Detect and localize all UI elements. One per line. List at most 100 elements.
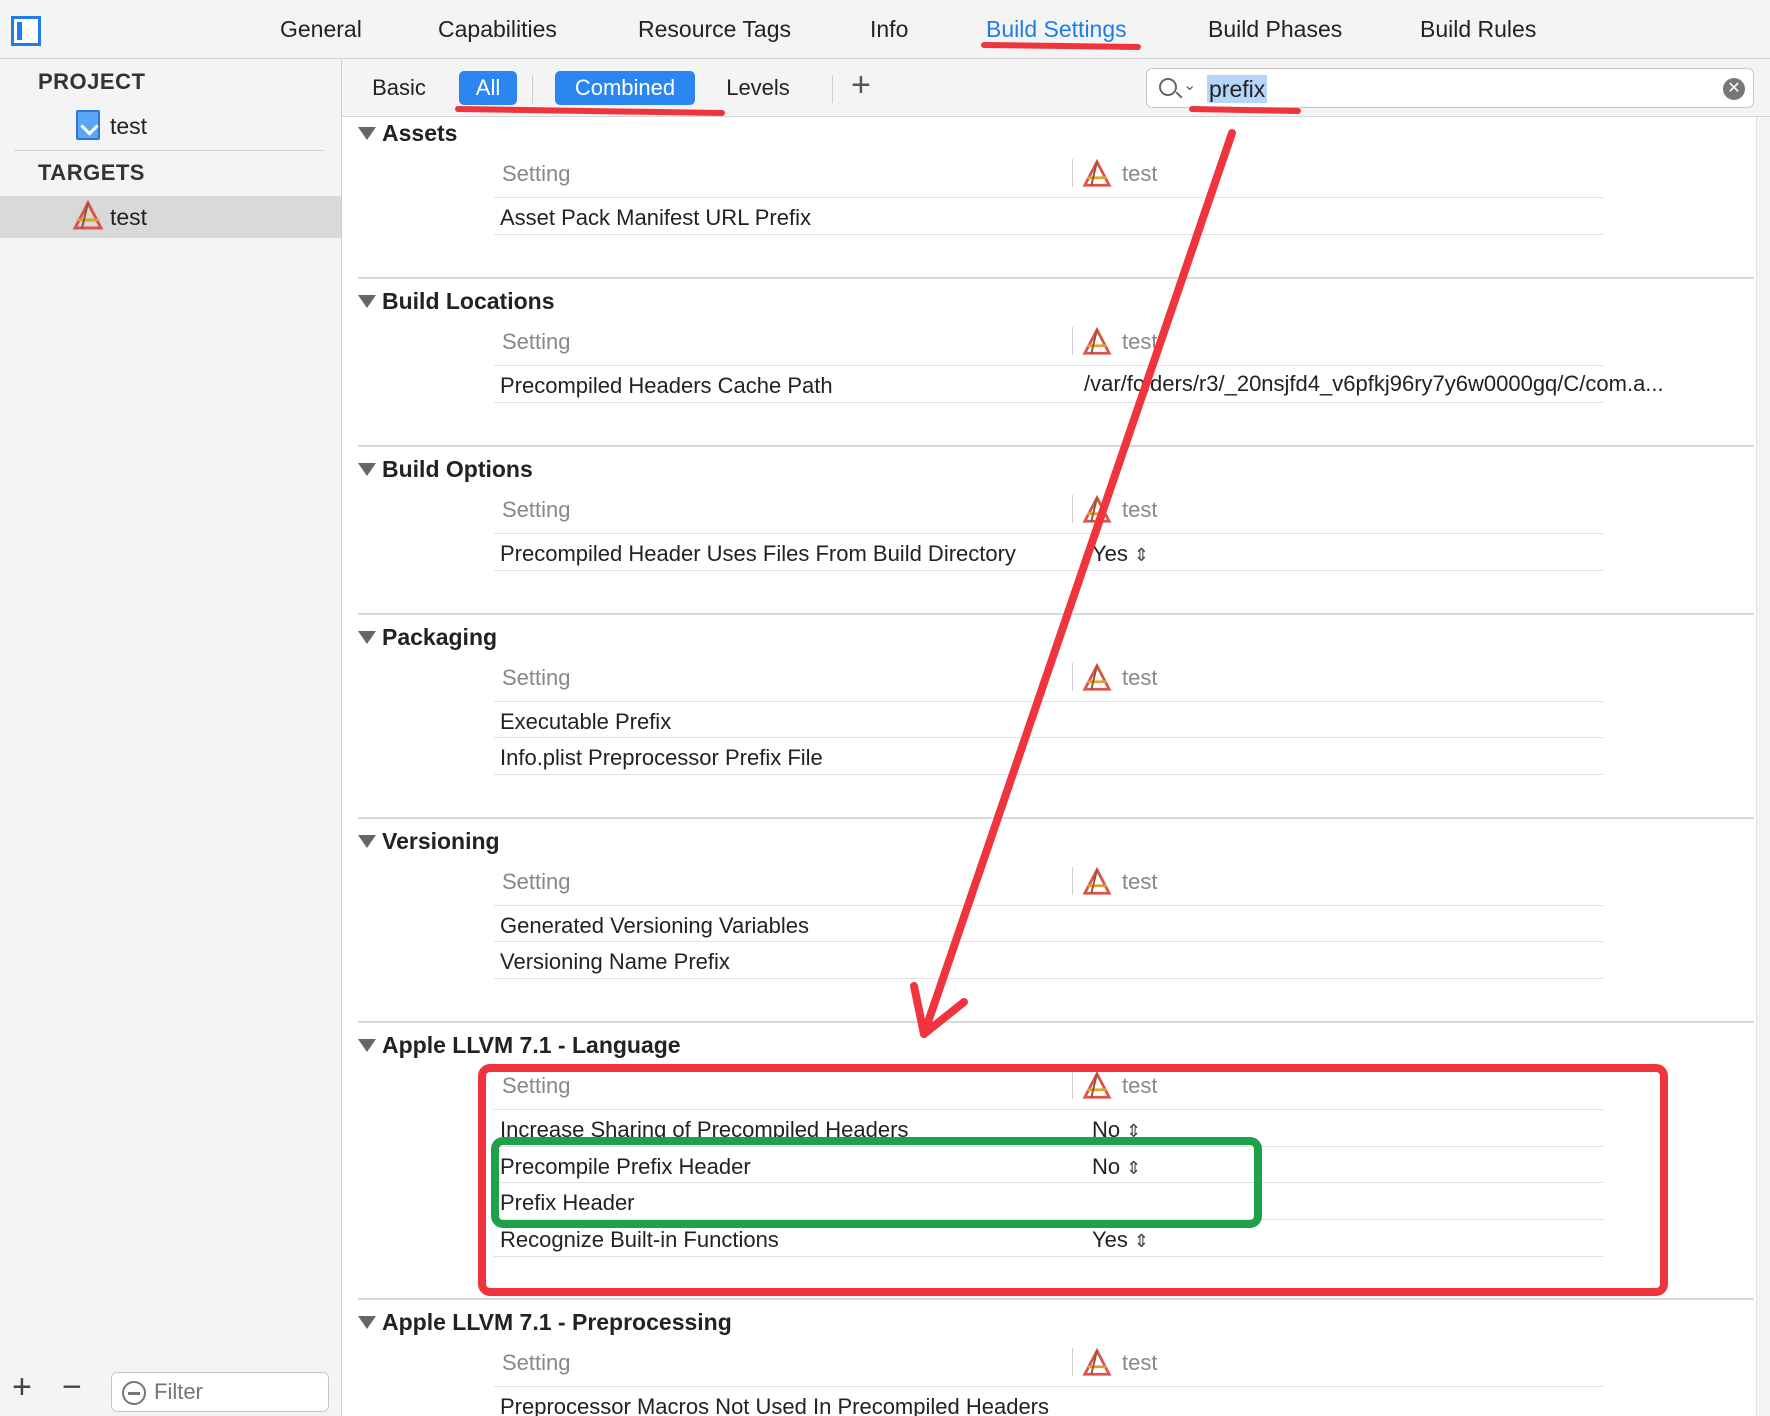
disclosure-triangle-icon[interactable] bbox=[358, 835, 376, 848]
setting-row-name[interactable]: Precompiled Header Uses Files From Build… bbox=[500, 541, 1016, 567]
stepper-chevron-icon[interactable]: ⇕ bbox=[1126, 1158, 1141, 1178]
setting-row-value[interactable]: Yes ⇕ bbox=[1092, 1227, 1149, 1253]
stepper-chevron-icon[interactable]: ⇕ bbox=[1134, 545, 1149, 565]
column-header-target: test bbox=[1122, 1073, 1158, 1098]
section-divider bbox=[358, 817, 1754, 819]
setting-row-name[interactable]: Executable Prefix bbox=[500, 709, 671, 735]
tab-build-rules[interactable]: Build Rules bbox=[1420, 16, 1536, 43]
row-divider bbox=[494, 197, 1604, 198]
disclosure-triangle-icon[interactable] bbox=[358, 295, 376, 308]
setting-row-name[interactable]: Info.plist Preprocessor Prefix File bbox=[500, 745, 823, 771]
setting-row-name[interactable]: Increase Sharing of Precompiled Headers bbox=[500, 1117, 908, 1143]
column-divider bbox=[1072, 1348, 1073, 1376]
sidebar-item-target[interactable]: test bbox=[0, 196, 341, 238]
basic-filter-button[interactable]: Basic bbox=[368, 71, 430, 105]
section-title-packaging[interactable]: Packaging bbox=[382, 624, 497, 651]
row-divider bbox=[494, 1219, 1604, 1220]
add-setting-button[interactable]: + bbox=[851, 68, 871, 102]
tab-build-settings[interactable]: Build Settings bbox=[986, 16, 1127, 43]
setting-row-name[interactable]: Preprocessor Macros Not Used In Precompi… bbox=[500, 1394, 1049, 1416]
stepper-chevron-icon[interactable]: ⇕ bbox=[1134, 1231, 1149, 1251]
setting-row-value[interactable]: /var/folders/r3/_20nsjfd4_v6pfkj96ry7y6w… bbox=[1084, 371, 1664, 397]
build-settings-filter-bar: Basic All Combined Levels + ⌄ prefix ✕ bbox=[342, 59, 1770, 117]
row-divider bbox=[494, 1386, 1604, 1387]
section-title-llvm-language[interactable]: Apple LLVM 7.1 - Language bbox=[382, 1032, 681, 1059]
section-title-assets[interactable]: Assets bbox=[382, 120, 457, 147]
section-title-versioning[interactable]: Versioning bbox=[382, 828, 500, 855]
setting-row-value[interactable]: No ⇕ bbox=[1092, 1154, 1141, 1180]
row-divider bbox=[494, 402, 1604, 403]
app-target-icon bbox=[1082, 495, 1112, 523]
section-divider bbox=[358, 1021, 1754, 1023]
setting-row-value[interactable]: No ⇕ bbox=[1092, 1117, 1141, 1143]
row-divider bbox=[494, 774, 1604, 775]
disclosure-triangle-icon[interactable] bbox=[358, 631, 376, 644]
vertical-scrollbar[interactable] bbox=[1756, 117, 1770, 1416]
column-divider bbox=[1072, 159, 1073, 187]
sidebar-divider bbox=[14, 150, 324, 151]
section-divider bbox=[358, 445, 1754, 447]
column-header-setting: Setting bbox=[502, 329, 571, 354]
filter-divider bbox=[532, 75, 533, 103]
filter-divider bbox=[832, 75, 833, 103]
column-header-target: test bbox=[1122, 869, 1158, 894]
section-title-build-locations[interactable]: Build Locations bbox=[382, 288, 555, 315]
app-target-icon bbox=[1082, 663, 1112, 691]
row-divider bbox=[494, 1182, 1604, 1183]
add-target-button[interactable]: + bbox=[12, 1370, 32, 1404]
row-divider bbox=[494, 533, 1604, 534]
row-divider bbox=[494, 737, 1604, 738]
column-header-target: test bbox=[1122, 329, 1158, 354]
app-target-icon bbox=[1082, 327, 1112, 355]
sidebar-filter[interactable] bbox=[111, 1372, 329, 1412]
search-input[interactable]: prefix bbox=[1207, 75, 1268, 103]
disclosure-triangle-icon[interactable] bbox=[358, 127, 376, 140]
disclosure-triangle-icon[interactable] bbox=[358, 463, 376, 476]
section-divider bbox=[358, 613, 1754, 615]
remove-target-button[interactable]: − bbox=[62, 1370, 82, 1404]
setting-row-name[interactable]: Generated Versioning Variables bbox=[500, 913, 809, 939]
tab-resource-tags[interactable]: Resource Tags bbox=[638, 16, 791, 43]
project-navigator-sidebar: PROJECT test TARGETS test + − bbox=[0, 59, 342, 1416]
all-filter-button[interactable]: All bbox=[459, 71, 517, 105]
value-text: Yes bbox=[1092, 1227, 1128, 1252]
sidebar-bottom-bar: + − bbox=[0, 1364, 341, 1416]
tab-build-phases[interactable]: Build Phases bbox=[1208, 16, 1342, 43]
row-divider bbox=[494, 365, 1604, 366]
setting-row-name[interactable]: Asset Pack Manifest URL Prefix bbox=[500, 205, 811, 231]
clear-search-icon[interactable]: ✕ bbox=[1723, 78, 1745, 100]
levels-view-button[interactable]: Levels bbox=[718, 71, 798, 105]
combined-view-button[interactable]: Combined bbox=[555, 71, 695, 105]
setting-row-value[interactable]: Yes ⇕ bbox=[1092, 541, 1149, 567]
row-divider bbox=[494, 1146, 1604, 1147]
column-header-setting: Setting bbox=[502, 497, 571, 522]
setting-row-name[interactable]: Precompile Prefix Header bbox=[500, 1154, 751, 1180]
setting-row-name[interactable]: Prefix Header bbox=[500, 1190, 635, 1216]
sidebar-item-project[interactable]: test bbox=[0, 105, 341, 147]
search-menu-chevron-icon[interactable]: ⌄ bbox=[1183, 75, 1196, 95]
setting-row-name[interactable]: Precompiled Headers Cache Path bbox=[500, 373, 833, 399]
column-header-target: test bbox=[1122, 665, 1158, 690]
sidebar-toggle-icon[interactable] bbox=[11, 16, 41, 46]
search-field[interactable]: ⌄ prefix ✕ bbox=[1146, 68, 1754, 108]
app-target-icon bbox=[1082, 1348, 1112, 1376]
row-divider bbox=[494, 1109, 1604, 1110]
project-file-icon bbox=[76, 110, 100, 140]
setting-row-name[interactable]: Recognize Built-in Functions bbox=[500, 1227, 779, 1253]
disclosure-triangle-icon[interactable] bbox=[358, 1316, 376, 1329]
setting-row-name[interactable]: Versioning Name Prefix bbox=[500, 949, 730, 975]
section-title-llvm-preprocessing[interactable]: Apple LLVM 7.1 - Preprocessing bbox=[382, 1309, 732, 1336]
section-title-build-options[interactable]: Build Options bbox=[382, 456, 533, 483]
app-target-icon bbox=[1082, 159, 1112, 187]
tab-info[interactable]: Info bbox=[870, 16, 908, 43]
sidebar-filter-input[interactable] bbox=[154, 1377, 324, 1407]
column-divider bbox=[1072, 1071, 1073, 1099]
tab-general[interactable]: General bbox=[280, 16, 362, 43]
column-divider bbox=[1072, 867, 1073, 895]
stepper-chevron-icon[interactable]: ⇕ bbox=[1126, 1121, 1141, 1141]
disclosure-triangle-icon[interactable] bbox=[358, 1039, 376, 1052]
app-target-icon bbox=[1082, 1071, 1112, 1099]
build-settings-list: Assets Setting test Asset Pack Manifest … bbox=[342, 117, 1770, 1416]
tab-capabilities[interactable]: Capabilities bbox=[438, 16, 557, 43]
section-divider bbox=[358, 277, 1754, 279]
